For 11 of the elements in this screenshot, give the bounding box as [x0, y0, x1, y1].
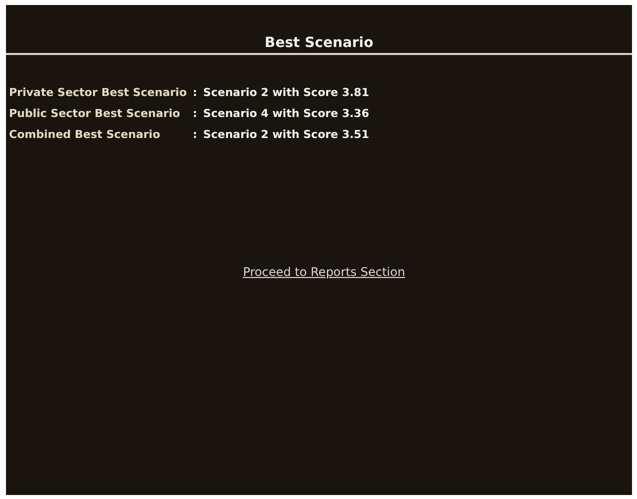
result-label: Combined Best Scenario: [9, 127, 162, 143]
panel-title: Best Scenario: [264, 35, 374, 51]
separator: :: [192, 127, 198, 143]
separator: :: [192, 106, 198, 122]
result-value: Scenario 2 with Score 3.81: [203, 85, 370, 101]
result-label: Private Sector Best Scenario: [9, 85, 187, 101]
result-value: Scenario 4 with Score 3.36: [203, 106, 370, 122]
reports-link[interactable]: Proceed to Reports Section: [242, 265, 406, 279]
result-value: Scenario 2 with Score 3.51: [203, 127, 370, 143]
result-label: Public Sector Best Scenario: [9, 106, 182, 122]
separator: :: [192, 85, 198, 101]
